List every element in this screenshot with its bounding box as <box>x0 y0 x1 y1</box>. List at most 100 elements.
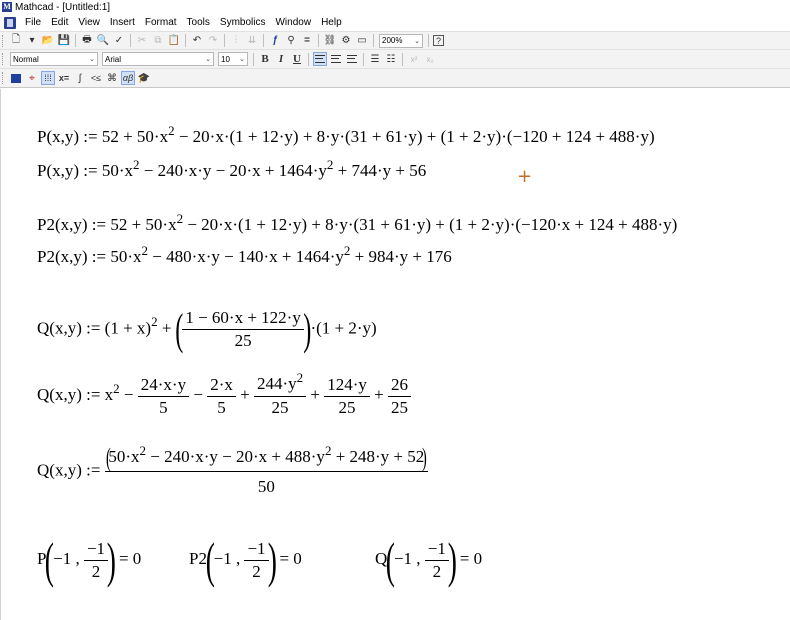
spell-check-icon[interactable]: ✓ <box>112 34 126 48</box>
p2-definition[interactable]: P2(x,y) := 52 + 50·x2 − 20·x·(1 + 12·y) … <box>37 211 678 235</box>
operator: − <box>119 384 138 404</box>
left-paren: ( <box>45 532 55 588</box>
menu-edit[interactable]: Edit <box>46 17 73 28</box>
paste-icon[interactable]: 📋 <box>167 34 181 48</box>
chevron-down-icon: ⌄ <box>239 56 245 63</box>
exponent: 2 <box>324 442 332 458</box>
chevron-down-icon: ⌄ <box>414 37 420 45</box>
cut-icon[interactable]: ✂ <box>135 34 149 48</box>
subscript-icon[interactable]: x₂ <box>423 52 437 66</box>
font-value: Arial <box>105 54 122 64</box>
mathcad-app-icon[interactable]: M <box>2 2 12 12</box>
matrix-icon[interactable]: ⁞⁞⁞ <box>41 71 55 85</box>
right-paren: ) <box>303 304 312 354</box>
numerator: 244·y2 <box>253 370 307 397</box>
toolbar-grip[interactable] <box>2 34 5 47</box>
calculate-icon[interactable]: = <box>300 34 314 48</box>
exponent: 2 <box>343 243 351 258</box>
font-select[interactable]: Arial ⌄ <box>102 52 214 66</box>
font-size-select[interactable]: 10 ⌄ <box>218 52 248 66</box>
align-down-icon[interactable]: ⇊ <box>245 34 259 48</box>
denominator: 25 <box>234 331 252 350</box>
q-expanded[interactable]: Q(x,y) := x2 − 24·x·y 5 − 2·x 5 + 244·y2 25… <box>37 370 411 419</box>
greek-icon[interactable]: αβ <box>121 71 135 85</box>
chevron-down-icon: ⌄ <box>205 56 211 63</box>
window-title: Mathcad - [Untitled:1] <box>15 1 111 13</box>
eval-q[interactable]: Q(−1 , −1 2) = 0 <box>375 535 482 585</box>
new-document-icon[interactable]: 🗋 <box>9 34 23 48</box>
toolbar-grip[interactable] <box>2 53 5 65</box>
right-paren: ) <box>267 532 277 588</box>
fraction: 124·y 25 <box>324 374 370 419</box>
menu-view[interactable]: View <box>73 17 105 28</box>
toolbar-grip[interactable] <box>2 72 5 84</box>
open-folder-icon[interactable]: 📂 <box>41 34 55 48</box>
superscript-icon[interactable]: x² <box>407 52 421 66</box>
zoom-value: 200% <box>382 36 403 45</box>
calculator-icon[interactable] <box>9 71 23 85</box>
insert-hyperlink-icon[interactable]: ⛓ <box>323 34 337 48</box>
fraction: 2·x 5 <box>207 374 236 419</box>
copy-icon[interactable]: ⧉ <box>151 34 165 48</box>
numerator: −1 <box>83 538 109 561</box>
evaluation-icon[interactable]: x= <box>57 71 71 85</box>
numerator: 26 <box>387 374 411 397</box>
menu-symbolics[interactable]: Symbolics <box>215 17 271 28</box>
fraction: −1 2 <box>244 538 269 583</box>
align-right-icon[interactable] <box>345 52 359 66</box>
numerator: 2·x <box>207 374 236 397</box>
bullets-icon[interactable]: ☰ <box>368 52 382 66</box>
print-icon[interactable]: 🖶 <box>80 34 94 48</box>
align-left-icon[interactable] <box>313 52 327 66</box>
underline-button[interactable]: U <box>290 52 304 66</box>
align-center-icon[interactable] <box>329 52 343 66</box>
right-paren: ) <box>422 443 428 472</box>
menu-insert[interactable]: Insert <box>105 17 140 28</box>
italic-button[interactable]: I <box>274 52 288 66</box>
resources-icon[interactable]: ▭ <box>355 34 369 48</box>
numbering-icon[interactable]: ☷ <box>384 52 398 66</box>
insert-unit-icon[interactable]: ⚲ <box>284 34 298 48</box>
menu-help[interactable]: Help <box>316 17 347 28</box>
exponent: 2 <box>133 157 140 172</box>
style-select[interactable]: Normal ⌄ <box>10 52 98 66</box>
p2-expanded[interactable]: P2(x,y) := 50·x2 − 480·x·y − 140·x + 146… <box>37 243 452 267</box>
eval-p2[interactable]: P2(−1 , −1 2) = 0 <box>189 535 302 585</box>
q-exp-a: Q(x,y) := x <box>37 384 114 404</box>
denominator: 25 <box>390 397 408 417</box>
separator <box>185 34 186 47</box>
component-wizard-icon[interactable]: ⚙ <box>339 34 353 48</box>
eval-p[interactable]: P(−1 , −1 2) = 0 <box>37 535 141 585</box>
p-expanded[interactable]: P(x,y) := 50·x2 − 240·x·y − 20·x + 1464·… <box>37 157 426 181</box>
dropdown-arrow-icon[interactable]: ▾ <box>25 34 39 48</box>
document-icon[interactable] <box>4 16 16 29</box>
zoom-select[interactable]: 200% ⌄ <box>379 33 423 48</box>
graph-icon[interactable]: ⌖ <box>25 71 39 85</box>
fraction: −1 2 <box>424 538 449 583</box>
programming-icon[interactable]: ⌘ <box>105 71 119 85</box>
align-across-icon[interactable]: ⫶ <box>229 34 243 48</box>
worksheet[interactable]: P(x,y) := 52 + 50·x2 − 20·x·(1 + 12·y) +… <box>0 89 790 620</box>
fraction: −1 2 <box>83 538 109 583</box>
q-simplified[interactable]: Q(x,y) := (50·x2 − 240·x·y − 20·x + 488·… <box>37 442 428 498</box>
insert-function-icon[interactable]: ƒ <box>268 34 282 48</box>
numerator: 1 − 60·x + 122·y <box>182 307 304 330</box>
denominator: 25 <box>338 397 356 417</box>
style-value: Normal <box>13 54 39 64</box>
print-preview-icon[interactable]: 🔍 <box>96 34 110 48</box>
help-icon[interactable]: ? <box>433 35 444 46</box>
boolean-icon[interactable]: <≤ <box>89 71 103 85</box>
calculus-icon[interactable]: ∫ <box>73 71 87 85</box>
undo-icon[interactable]: ↶ <box>190 34 204 48</box>
q-definition[interactable]: Q(x,y) := (1 + x)2 + (1 − 60·x + 122·y 25… <box>37 307 377 352</box>
symbolic-icon[interactable]: 🎓 <box>137 71 151 85</box>
p2-def-rest: − 20·x·(1 + 12·y) + 8·y·(31 + 61·y) + (1… <box>183 215 678 234</box>
menu-window[interactable]: Window <box>270 17 316 28</box>
redo-icon[interactable]: ↷ <box>206 34 220 48</box>
menu-file[interactable]: File <box>20 17 46 28</box>
bold-button[interactable]: B <box>258 52 272 66</box>
p-definition[interactable]: P(x,y) := 52 + 50·x2 − 20·x·(1 + 12·y) +… <box>37 123 655 147</box>
menu-tools[interactable]: Tools <box>182 17 215 28</box>
save-icon[interactable]: 💾 <box>57 34 71 48</box>
menu-format[interactable]: Format <box>140 17 182 28</box>
